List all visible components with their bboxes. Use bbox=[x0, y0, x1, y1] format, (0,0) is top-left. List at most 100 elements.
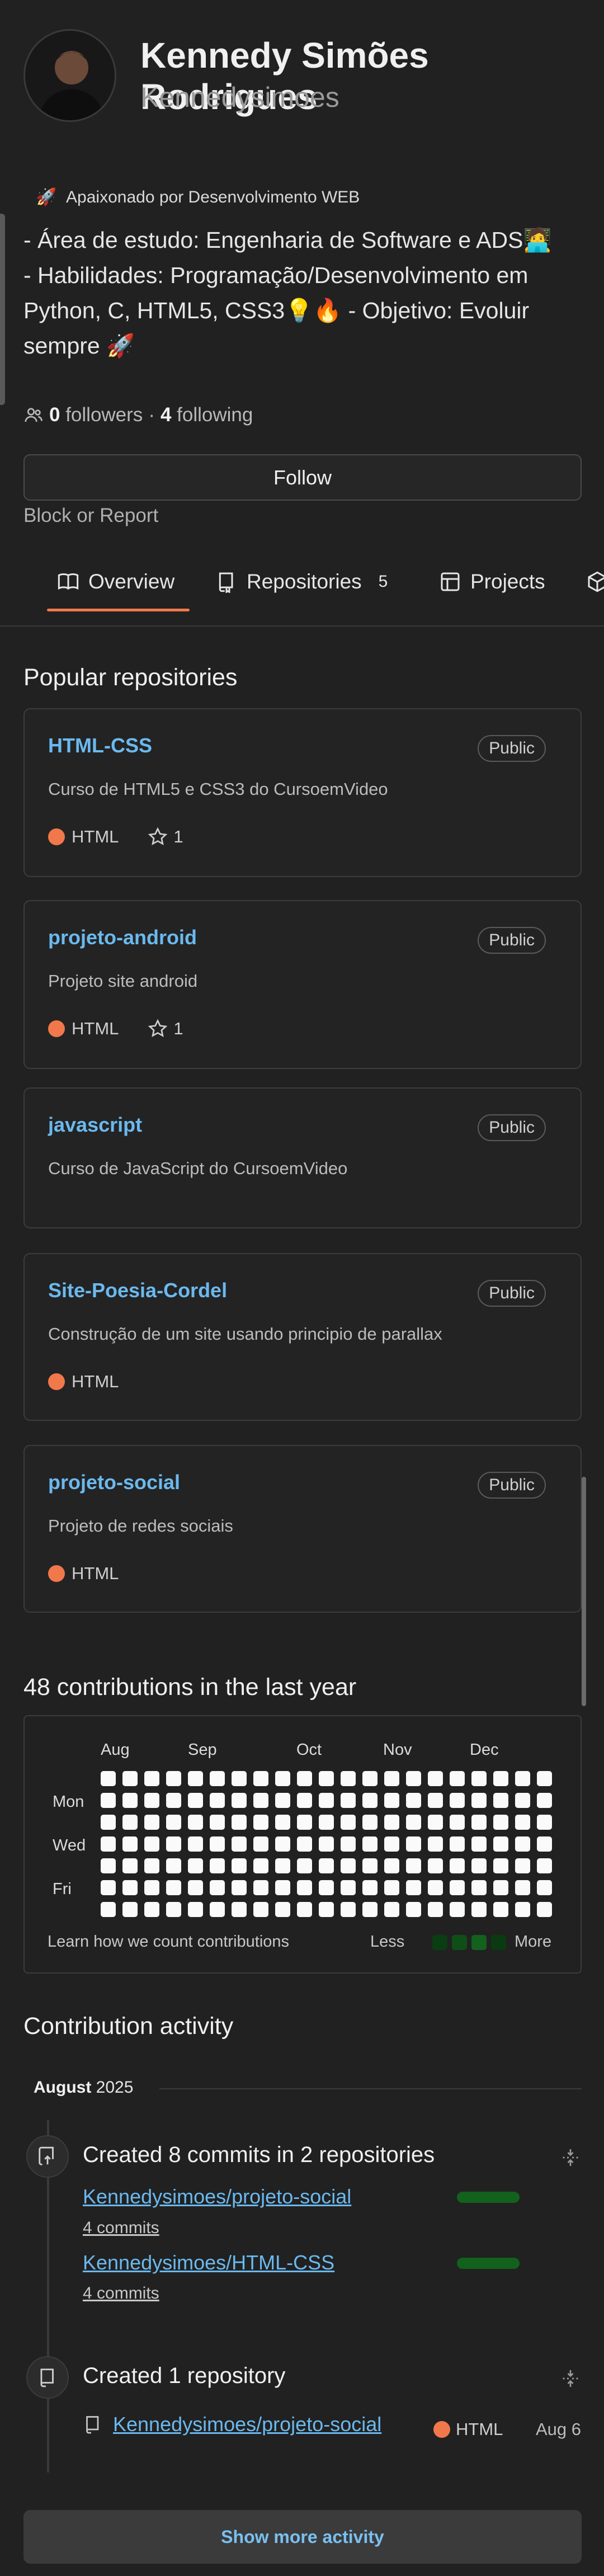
contribution-cell[interactable] bbox=[406, 1815, 421, 1830]
contribution-cell[interactable] bbox=[319, 1793, 334, 1808]
contribution-cell[interactable] bbox=[101, 1815, 116, 1830]
repo-link[interactable]: HTML-CSS bbox=[48, 734, 152, 757]
repo-link[interactable]: projeto-android bbox=[48, 926, 197, 949]
created-repo-link[interactable]: Kennedysimoes/projeto-social bbox=[113, 2413, 381, 2436]
contribution-cell[interactable] bbox=[341, 1880, 356, 1895]
contribution-cell[interactable] bbox=[210, 1771, 225, 1786]
contribution-cell[interactable] bbox=[362, 1880, 378, 1895]
following-link[interactable]: 4 following bbox=[161, 404, 253, 426]
contribution-cell[interactable] bbox=[144, 1771, 159, 1786]
contribution-cell[interactable] bbox=[537, 1902, 552, 1917]
contribution-cell[interactable] bbox=[515, 1771, 530, 1786]
fold-icon[interactable] bbox=[560, 2148, 581, 2168]
contribution-cell[interactable] bbox=[537, 1815, 552, 1830]
contribution-cell[interactable] bbox=[232, 1836, 247, 1852]
contribution-cell[interactable] bbox=[471, 1815, 487, 1830]
contribution-cell[interactable] bbox=[362, 1815, 378, 1830]
commit-repo-link[interactable]: Kennedysimoes/projeto-social bbox=[83, 2185, 351, 2208]
contribution-cell[interactable] bbox=[384, 1793, 399, 1808]
contribution-cell[interactable] bbox=[210, 1836, 225, 1852]
contribution-cell[interactable] bbox=[101, 1836, 116, 1852]
contribution-cell[interactable] bbox=[253, 1815, 268, 1830]
contribution-cell[interactable] bbox=[428, 1902, 443, 1917]
contribution-cell[interactable] bbox=[341, 1793, 356, 1808]
contribution-cell[interactable] bbox=[122, 1771, 138, 1786]
contribution-cell[interactable] bbox=[384, 1880, 399, 1895]
contribution-cell[interactable] bbox=[341, 1902, 356, 1917]
contribution-cell[interactable] bbox=[232, 1902, 247, 1917]
contribution-cell[interactable] bbox=[188, 1836, 203, 1852]
contribution-cell[interactable] bbox=[122, 1793, 138, 1808]
learn-contributions-link[interactable]: Learn how we count contributions bbox=[48, 1933, 289, 1951]
contribution-cell[interactable] bbox=[406, 1793, 421, 1808]
contribution-cell[interactable] bbox=[319, 1815, 334, 1830]
contribution-cell[interactable] bbox=[428, 1858, 443, 1873]
contribution-cell[interactable] bbox=[450, 1771, 465, 1786]
contribution-cell[interactable] bbox=[144, 1858, 159, 1873]
contribution-cell[interactable] bbox=[166, 1815, 181, 1830]
contribution-cell[interactable] bbox=[253, 1880, 268, 1895]
contribution-cell[interactable] bbox=[515, 1793, 530, 1808]
followers-link[interactable]: 0 followers bbox=[49, 404, 143, 426]
contribution-cell[interactable] bbox=[471, 1858, 487, 1873]
contribution-cell[interactable] bbox=[166, 1880, 181, 1895]
contribution-cell[interactable] bbox=[275, 1793, 290, 1808]
contribution-cell[interactable] bbox=[362, 1858, 378, 1873]
commit-repo-link[interactable]: Kennedysimoes/HTML-CSS bbox=[83, 2251, 334, 2274]
block-report-link[interactable]: Block or Report bbox=[23, 505, 158, 527]
contribution-cell[interactable] bbox=[275, 1771, 290, 1786]
stars-link[interactable]: 1 bbox=[148, 1019, 183, 1039]
contribution-cell[interactable] bbox=[210, 1815, 225, 1830]
contribution-cell[interactable] bbox=[122, 1815, 138, 1830]
contribution-cell[interactable] bbox=[297, 1771, 312, 1786]
contribution-cell[interactable] bbox=[319, 1858, 334, 1873]
contribution-cell[interactable] bbox=[515, 1902, 530, 1917]
contribution-cell[interactable] bbox=[275, 1815, 290, 1830]
contribution-cell[interactable] bbox=[122, 1902, 138, 1917]
contribution-cell[interactable] bbox=[232, 1793, 247, 1808]
contribution-cell[interactable] bbox=[297, 1815, 312, 1830]
contribution-cell[interactable] bbox=[493, 1902, 508, 1917]
contribution-cell[interactable] bbox=[275, 1858, 290, 1873]
contribution-cell[interactable] bbox=[319, 1836, 334, 1852]
contribution-cell[interactable] bbox=[362, 1836, 378, 1852]
repo-link[interactable]: projeto-social bbox=[48, 1471, 180, 1494]
contribution-cell[interactable] bbox=[341, 1815, 356, 1830]
contribution-cell[interactable] bbox=[493, 1815, 508, 1830]
contribution-cell[interactable] bbox=[122, 1836, 138, 1852]
contribution-cell[interactable] bbox=[188, 1902, 203, 1917]
contribution-cell[interactable] bbox=[297, 1793, 312, 1808]
page-scrollbar[interactable] bbox=[582, 1477, 586, 1706]
contribution-cell[interactable] bbox=[188, 1771, 203, 1786]
contribution-cell[interactable] bbox=[406, 1902, 421, 1917]
contribution-cell[interactable] bbox=[275, 1880, 290, 1895]
contribution-cell[interactable] bbox=[537, 1771, 552, 1786]
side-scroll-handle[interactable] bbox=[0, 214, 5, 405]
contribution-cell[interactable] bbox=[319, 1771, 334, 1786]
contribution-cell[interactable] bbox=[144, 1880, 159, 1895]
contribution-cell[interactable] bbox=[166, 1858, 181, 1873]
contribution-cell[interactable] bbox=[493, 1880, 508, 1895]
stars-link[interactable]: 1 bbox=[148, 827, 183, 847]
contribution-cell[interactable] bbox=[537, 1858, 552, 1873]
contribution-cell[interactable] bbox=[232, 1858, 247, 1873]
contribution-cell[interactable] bbox=[450, 1902, 465, 1917]
tab-overview[interactable]: Overview bbox=[57, 554, 174, 610]
contribution-cell[interactable] bbox=[384, 1902, 399, 1917]
contribution-cell[interactable] bbox=[384, 1858, 399, 1873]
contribution-cell[interactable] bbox=[319, 1880, 334, 1895]
contribution-cell[interactable] bbox=[297, 1858, 312, 1873]
contribution-cell[interactable] bbox=[450, 1815, 465, 1830]
contribution-cell[interactable] bbox=[101, 1858, 116, 1873]
contribution-cell[interactable] bbox=[341, 1836, 356, 1852]
contribution-cell[interactable] bbox=[297, 1902, 312, 1917]
contribution-cell[interactable] bbox=[384, 1815, 399, 1830]
contribution-cell[interactable] bbox=[450, 1793, 465, 1808]
contribution-cell[interactable] bbox=[101, 1902, 116, 1917]
status-message[interactable]: 🚀 Apaixonado por Desenvolvimento WEB bbox=[36, 187, 360, 207]
contribution-cell[interactable] bbox=[188, 1793, 203, 1808]
contribution-cell[interactable] bbox=[406, 1836, 421, 1852]
contribution-cell[interactable] bbox=[406, 1858, 421, 1873]
contribution-cell[interactable] bbox=[166, 1836, 181, 1852]
contribution-cell[interactable] bbox=[471, 1771, 487, 1786]
